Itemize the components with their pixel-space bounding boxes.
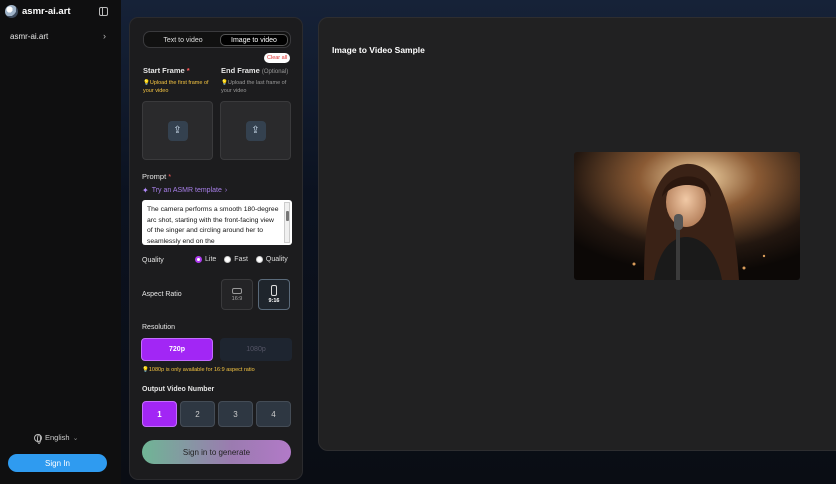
aspect-16-9-button[interactable]: 16:9 bbox=[221, 279, 253, 310]
chevron-down-icon: ⌄ bbox=[72, 434, 79, 442]
resolution-hint: 💡1080p is only available for 16:9 aspect… bbox=[142, 367, 255, 373]
brand-name: asmr-ai.art bbox=[22, 6, 71, 17]
language-selector[interactable]: English ⌄ bbox=[34, 433, 79, 444]
aspect-ratio-label: Aspect Ratio bbox=[142, 291, 182, 298]
preview-title: Image to Video Sample bbox=[332, 45, 425, 55]
quality-option-fast[interactable]: Fast bbox=[224, 256, 248, 263]
resolution-label: Resolution bbox=[142, 324, 176, 331]
sparkle-icon: ✦ bbox=[142, 186, 149, 195]
start-frame-label: Start Frame * bbox=[143, 66, 190, 75]
quality-option-lite[interactable]: Lite bbox=[195, 256, 216, 263]
aspect-9-16-button[interactable]: 9:16 bbox=[258, 279, 290, 310]
tab-image-to-video[interactable]: Image to video bbox=[220, 34, 288, 46]
prompt-label: Prompt * bbox=[142, 172, 172, 181]
logo-icon bbox=[5, 5, 18, 18]
quality-option-quality[interactable]: Quality bbox=[255, 256, 288, 263]
radio-icon bbox=[224, 256, 232, 263]
radio-icon bbox=[255, 256, 263, 263]
output-number-2[interactable]: 2 bbox=[180, 401, 215, 427]
bulb-icon: 💡 bbox=[142, 367, 149, 373]
sidebar-item-label: asmr-ai.art bbox=[10, 31, 49, 41]
sample-video-thumbnail[interactable] bbox=[574, 152, 800, 280]
end-frame-hint: 💡Upload the last frame of your video bbox=[221, 80, 287, 94]
globe-icon bbox=[34, 433, 42, 444]
upload-icon: ⇪ bbox=[167, 120, 188, 141]
resolution-1080p-button[interactable]: 1080p bbox=[220, 338, 292, 361]
language-label: English bbox=[45, 433, 70, 442]
end-frame-label: End Frame (Optional) bbox=[221, 66, 289, 75]
end-frame-upload[interactable]: ⇪ bbox=[220, 101, 291, 160]
generation-form: Text to video Image to video Start Frame… bbox=[129, 17, 303, 480]
quality-label: Quality bbox=[142, 257, 164, 264]
chevron-right-icon: › bbox=[103, 31, 106, 41]
prompt-textarea[interactable]: The camera performs a smooth 180-degree … bbox=[142, 200, 292, 245]
upload-icon: ⇪ bbox=[245, 120, 266, 141]
start-frame-upload[interactable]: ⇪ bbox=[142, 101, 213, 160]
output-number-3[interactable]: 3 bbox=[218, 401, 253, 427]
output-number-1[interactable]: 1 bbox=[142, 401, 177, 427]
quality-radio-group: Lite Fast Quality bbox=[195, 256, 288, 263]
preview-panel: Image to Video Sample bbox=[318, 17, 836, 451]
bulb-icon: 💡 bbox=[221, 80, 228, 86]
sidebar-item-asmr[interactable]: asmr-ai.art › bbox=[10, 30, 106, 42]
brand[interactable]: asmr-ai.art bbox=[5, 5, 71, 18]
portrait-icon bbox=[271, 285, 277, 296]
output-number-label: Output Video Number bbox=[142, 386, 215, 393]
clear-all-button[interactable]: Clear all bbox=[264, 53, 291, 63]
bulb-icon: 💡 bbox=[143, 80, 150, 86]
sidebar: asmr-ai.art asmr-ai.art › English ⌄ Sign… bbox=[0, 0, 121, 484]
mode-tabs: Text to video Image to video bbox=[143, 31, 291, 48]
sidebar-toggle-icon[interactable] bbox=[99, 7, 108, 16]
asmr-template-link[interactable]: ✦ Try an ASMR template › bbox=[142, 186, 227, 195]
start-frame-hint: 💡Upload the first frame of your video bbox=[143, 80, 209, 94]
chevron-right-icon: › bbox=[224, 187, 228, 194]
sign-in-to-generate-button[interactable]: Sign in to generate bbox=[142, 440, 291, 464]
resolution-720p-button[interactable]: 720p bbox=[141, 338, 213, 361]
sign-in-button[interactable]: Sign In bbox=[8, 454, 107, 472]
prompt-scrollbar[interactable] bbox=[284, 202, 290, 243]
landscape-icon bbox=[232, 287, 242, 294]
tab-text-to-video[interactable]: Text to video bbox=[148, 34, 218, 46]
output-number-4[interactable]: 4 bbox=[256, 401, 291, 427]
radio-selected-icon bbox=[195, 256, 202, 263]
